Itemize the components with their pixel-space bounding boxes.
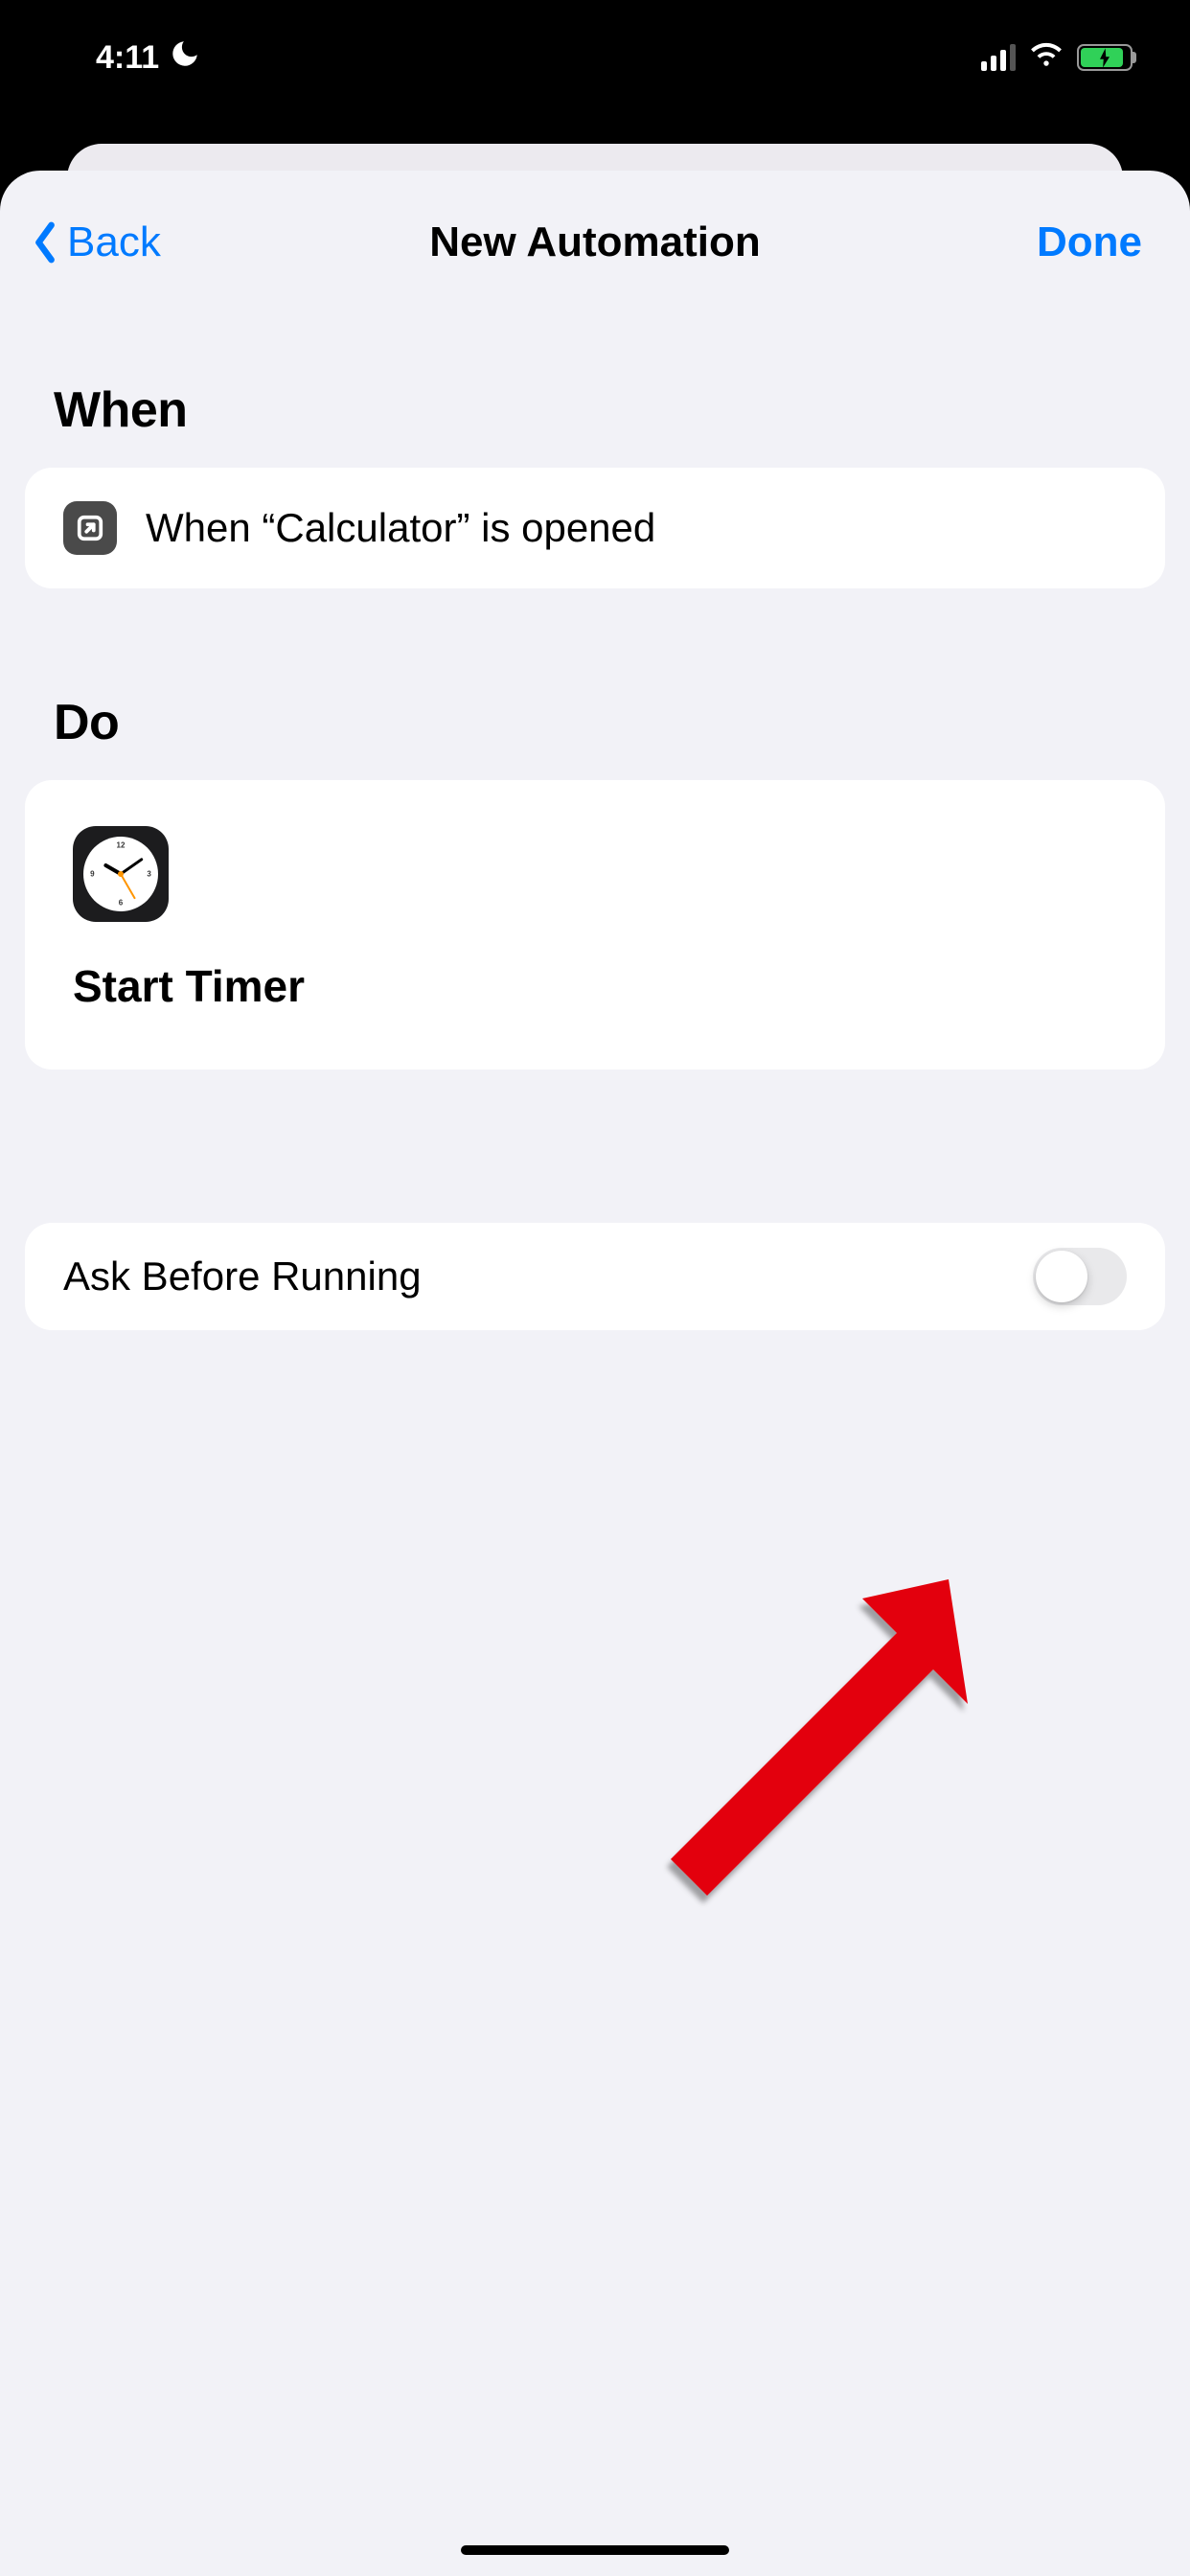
do-action-card[interactable]: 12 3 6 9 Start Timer [25, 780, 1165, 1070]
clock-time: 4:11 [96, 39, 159, 77]
back-label: Back [67, 218, 161, 266]
done-button[interactable]: Done [1037, 171, 1142, 314]
ask-before-running-row: Ask Before Running [25, 1223, 1165, 1330]
when-trigger-row[interactable]: When “Calculator” is opened [25, 468, 1165, 588]
back-button[interactable]: Back [29, 171, 161, 314]
wifi-icon [1029, 36, 1064, 80]
page-title: New Automation [429, 218, 760, 266]
ask-before-running-toggle[interactable] [1033, 1248, 1127, 1305]
status-bar: 4:11 [0, 0, 1190, 115]
annotation-arrow-icon [613, 1531, 1016, 1934]
do-action-label: Start Timer [73, 960, 1117, 1012]
section-do-title: Do [54, 694, 1165, 751]
open-app-icon [63, 501, 117, 555]
when-trigger-text: When “Calculator” is opened [146, 505, 655, 551]
ask-before-running-label: Ask Before Running [63, 1254, 422, 1300]
section-when-title: When [54, 381, 1165, 439]
do-not-disturb-icon [169, 37, 201, 79]
modal-sheet: Back New Automation Done When When “Calc… [0, 171, 1190, 2576]
home-indicator[interactable] [461, 2545, 729, 2555]
clock-app-icon: 12 3 6 9 [73, 826, 169, 922]
cellular-signal-icon [981, 44, 1016, 71]
battery-charging-icon [1077, 44, 1133, 71]
nav-bar: Back New Automation Done [0, 171, 1190, 314]
chevron-left-icon [29, 220, 61, 264]
